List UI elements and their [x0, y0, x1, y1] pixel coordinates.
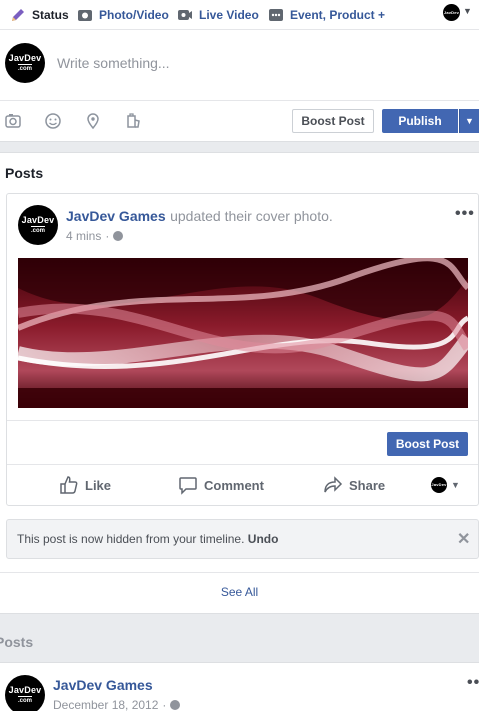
post2-avatar[interactable]: JavDev .com	[5, 675, 45, 711]
tab-photo-video-label: Photo/Video	[99, 8, 169, 22]
hidden-notice-text: This post is now hidden from your timeli…	[17, 532, 278, 546]
tab-status[interactable]: Status	[10, 5, 69, 25]
post2-options-icon[interactable]: ••	[467, 674, 479, 692]
post-timestamp[interactable]: 4 mins	[66, 229, 101, 243]
like-icon	[60, 476, 78, 494]
avatar-line1: JavDev	[8, 53, 42, 63]
comment-label: Comment	[204, 477, 264, 493]
undo-link[interactable]: Undo	[248, 532, 279, 546]
post2-date[interactable]: December 18, 2012	[53, 698, 158, 711]
composer-avatar: JavDev .com	[5, 43, 45, 83]
share-icon	[324, 476, 343, 493]
see-all-link[interactable]: See All	[0, 585, 479, 599]
tab-status-label: Status	[32, 8, 69, 22]
post-action-text: updated their cover photo.	[170, 208, 333, 224]
post2-meta: December 18, 2012 ·	[53, 698, 181, 711]
publish-button[interactable]: Publish	[382, 109, 458, 133]
post-meta: 4 mins ·	[66, 229, 124, 243]
share-button[interactable]: Share	[323, 474, 385, 496]
avatar-line1: JavDev	[21, 215, 55, 225]
like-button[interactable]: Like	[59, 474, 111, 496]
meta-separator: ·	[162, 698, 167, 711]
publish-dropdown-icon[interactable]: ▼	[459, 109, 479, 133]
avatar-line1: JavDev	[8, 685, 42, 695]
post-divider	[7, 420, 478, 421]
globe-icon[interactable]	[113, 231, 124, 241]
pencil-icon	[12, 9, 24, 21]
post-options-icon[interactable]: •••	[455, 205, 475, 223]
comment-button[interactable]: Comment	[178, 474, 264, 496]
posts-heading-secondary: Posts	[0, 634, 34, 650]
posts-heading: Posts	[5, 165, 44, 181]
post-author-link[interactable]: JavDev Games	[66, 208, 166, 224]
photo-icon[interactable]	[4, 112, 22, 130]
close-icon[interactable]: ✕	[457, 529, 470, 549]
globe-icon[interactable]	[170, 700, 181, 710]
emoji-icon[interactable]	[44, 112, 62, 130]
tab-live-video[interactable]: Live Video	[177, 5, 259, 25]
page-switcher-chevron-icon[interactable]: ▼	[463, 6, 472, 16]
tab-photo-video[interactable]: Photo/Video	[77, 5, 169, 25]
like-label: Like	[85, 477, 112, 493]
tab-event-product-label: Event, Product +	[290, 8, 386, 22]
post-avatar[interactable]: JavDev .com	[18, 205, 58, 245]
hidden-notice-message: This post is now hidden from your timeli…	[17, 532, 245, 546]
meta-separator: ·	[105, 229, 110, 243]
avatar-text: JavDev	[431, 482, 447, 487]
post2-author-link[interactable]: JavDev Games	[53, 677, 153, 693]
avatar-text: JavDev	[443, 9, 460, 15]
location-icon[interactable]	[84, 112, 102, 130]
see-all-divider	[0, 572, 479, 573]
composer-input[interactable]: Write something...	[57, 55, 170, 71]
post-as-avatar[interactable]: JavDev	[431, 477, 447, 493]
comment-icon	[179, 477, 197, 495]
post-header: JavDev Games updated their cover photo.	[66, 208, 333, 226]
avatar-line2: .com	[17, 64, 32, 72]
cover-photo-image	[18, 258, 468, 408]
more-icon	[269, 9, 283, 21]
page-switcher-avatar[interactable]: JavDev	[443, 4, 460, 21]
boost-post-button[interactable]: Boost Post	[387, 432, 468, 456]
avatar-line2: .com	[30, 226, 45, 234]
tag-product-icon[interactable]	[124, 112, 142, 130]
avatar-line2: .com	[17, 696, 32, 704]
cover-photo[interactable]	[18, 258, 468, 408]
post-as-chevron-icon[interactable]: ▼	[451, 480, 460, 490]
video-camera-icon	[178, 10, 192, 20]
share-label: Share	[349, 477, 386, 493]
tab-event-product[interactable]: Event, Product +	[268, 5, 385, 25]
camera-icon	[78, 10, 92, 21]
tab-live-video-label: Live Video	[199, 8, 259, 22]
post-divider-actions	[7, 464, 478, 465]
boost-post-button-composer[interactable]: Boost Post	[292, 109, 374, 133]
